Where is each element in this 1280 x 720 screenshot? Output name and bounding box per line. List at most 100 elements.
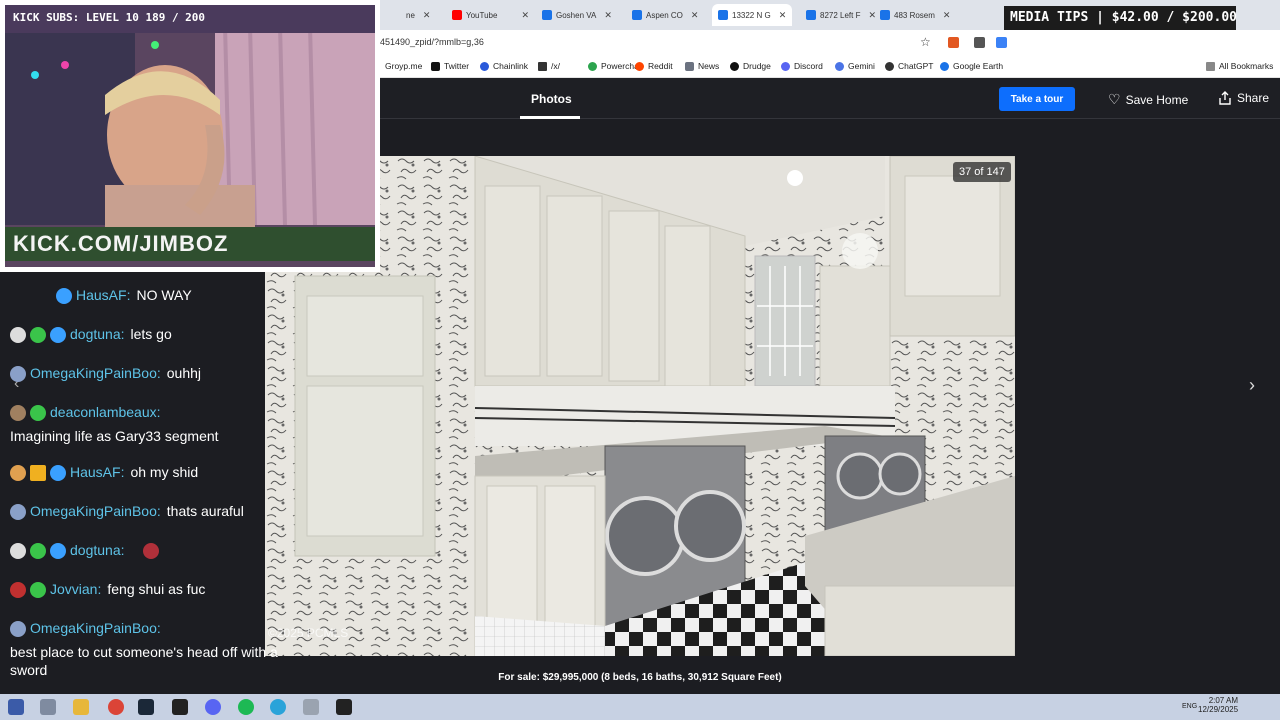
obs-icon[interactable] — [336, 699, 352, 715]
star-icon[interactable]: ☆ — [920, 35, 931, 49]
emote-icon — [142, 543, 159, 560]
bookmark-item[interactable]: /x/ — [538, 61, 560, 71]
tab-label: 483 Rosem — [894, 10, 935, 20]
telegram-icon[interactable] — [270, 699, 286, 715]
chat-username[interactable]: dogtuna: — [70, 326, 125, 342]
x-icon — [431, 61, 440, 71]
bookmark-item[interactable]: Twitter — [431, 61, 469, 71]
chat-username[interactable]: OmegaKingPainBoo: — [30, 620, 161, 636]
clock[interactable]: 2:07 AM 12/29/2025 — [1198, 696, 1238, 714]
close-icon[interactable]: ✕ — [779, 10, 787, 21]
tab-active[interactable]: 13322 N G ✕ — [712, 4, 793, 26]
tab-aspen[interactable]: Aspen CO ✕ — [632, 4, 698, 26]
bookmark-item[interactable]: Drudge — [730, 61, 771, 71]
webcam-overlay: KICK SUBS: LEVEL 10 189 / 200 KICK.COM/J… — [0, 0, 380, 272]
spotify-icon[interactable] — [238, 699, 254, 715]
save-home-button[interactable]: ♡ Save Home — [1108, 91, 1188, 108]
chat-text: feng shui as fuc — [107, 581, 206, 597]
tab-youtube[interactable]: YouTube ✕ — [452, 4, 529, 26]
avatar-badge-icon — [10, 465, 26, 482]
next-photo-icon[interactable]: › — [1249, 375, 1255, 396]
tab-label: ne — [406, 10, 415, 20]
steam-icon[interactable] — [138, 699, 154, 715]
bookmark-item[interactable]: Powerchat — [588, 61, 641, 71]
chat-text: NO WAY — [136, 287, 192, 303]
chat-text: oh my shid — [130, 464, 199, 480]
chat-text: best place to cut someone's head off wit… — [10, 644, 278, 678]
chat-username[interactable]: HausAF: — [76, 287, 130, 303]
verified-badge-icon — [50, 543, 66, 560]
extension-icon[interactable] — [948, 37, 959, 48]
bookmark-item[interactable]: Groyp.me — [385, 61, 422, 71]
media-tips-banner: MEDIA TIPS | $42.00 / $200.00 — [1004, 6, 1237, 30]
terminal-icon[interactable] — [172, 699, 188, 715]
close-icon[interactable]: ✕ — [943, 10, 951, 21]
chat-text: lets go — [130, 326, 172, 342]
app-icon[interactable] — [303, 699, 319, 715]
take-a-tour-button[interactable]: Take a tour — [999, 87, 1075, 111]
chat-username[interactable]: OmegaKingPainBoo: — [30, 503, 161, 519]
discord-icon[interactable] — [205, 699, 221, 715]
bookmark-label: Chainlink — [493, 61, 528, 71]
grid-icon — [538, 61, 547, 71]
avatar-badge-icon — [10, 582, 26, 599]
avatar-badge-icon — [10, 366, 26, 383]
bookmark-label: Discord — [794, 61, 823, 71]
chat-username[interactable]: OmegaKingPainBoo: — [30, 365, 161, 381]
chat-username[interactable]: HausAF: — [70, 464, 124, 480]
tab-goshen[interactable]: Goshen VA ✕ — [542, 4, 612, 26]
sub-badge-icon — [30, 582, 46, 599]
screen: ne ✕ YouTube ✕ Goshen VA ✕ Aspen CO ✕ 13322 … — [0, 0, 1280, 720]
bookmark-item[interactable]: ChatGPT — [885, 61, 933, 71]
clock-time: 2:07 AM — [1208, 696, 1239, 705]
chat-username[interactable]: Jovvian: — [50, 581, 101, 597]
bookmark-item[interactable]: Reddit — [635, 61, 673, 71]
powerchat-icon — [588, 61, 597, 71]
chat-message: dogtuna: lets go — [10, 325, 172, 344]
extension-icon[interactable] — [996, 37, 1007, 48]
close-icon[interactable]: ✕ — [868, 10, 876, 21]
windows-start-icon[interactable] — [8, 699, 24, 715]
soccer-ball-icon — [10, 327, 26, 344]
zillow-icon — [806, 10, 816, 20]
chat-message: OmegaKingPainBoo: thats auraful — [10, 502, 244, 521]
close-icon[interactable]: ✕ — [604, 10, 612, 21]
close-icon[interactable]: ✕ — [521, 10, 529, 21]
share-label: Share — [1237, 91, 1270, 105]
language-indicator[interactable]: ENG — [1182, 703, 1197, 710]
chat-message: OmegaKingPainBoo: — [10, 619, 161, 638]
chat-message: deaconlambeaux: — [10, 403, 161, 422]
bookmark-item[interactable]: Google Earth — [940, 61, 1003, 71]
share-button[interactable]: Share — [1218, 91, 1269, 105]
url-text[interactable]: 451490_zpid/?mmlb=g,36 — [380, 37, 484, 47]
tab-underline — [520, 116, 580, 119]
bookmark-label: Drudge — [743, 61, 771, 71]
bookmark-item[interactable]: Chainlink — [480, 61, 528, 71]
zillow-icon — [542, 10, 552, 20]
chat-message: OmegaKingPainBoo: ouhhj — [10, 364, 202, 383]
file-explorer-icon[interactable] — [73, 699, 89, 715]
chrome-icon[interactable] — [108, 699, 124, 715]
kick-subs-banner: KICK SUBS: LEVEL 10 189 / 200 — [5, 5, 375, 33]
chat-text: ouhhj — [166, 365, 202, 381]
close-icon[interactable]: ✕ — [691, 10, 699, 21]
chat-text: Imagining life as Gary33 segment — [10, 428, 219, 444]
bookmark-item[interactable]: All Bookmarks — [1206, 61, 1273, 71]
bookmark-item[interactable]: News — [685, 61, 719, 71]
chat-username[interactable]: deaconlambeaux: — [50, 404, 161, 420]
bookmark-item[interactable]: Discord — [781, 61, 823, 71]
tab-rosem[interactable]: 483 Rosem ✕ — [880, 4, 950, 26]
task-view-icon[interactable] — [40, 699, 56, 715]
close-icon[interactable]: ✕ — [423, 10, 431, 21]
crown-icon — [30, 465, 46, 482]
discord-icon — [781, 61, 790, 71]
drudge-icon — [730, 61, 739, 71]
chat-username[interactable]: dogtuna: — [70, 542, 125, 558]
bookmark-item[interactable]: Gemini — [835, 61, 875, 71]
tab-left[interactable]: 8272 Left F ✕ — [806, 4, 876, 26]
tab-photos[interactable]: Photos — [531, 92, 572, 106]
extension-icon[interactable] — [974, 37, 985, 48]
site-header: Photos Take a tour ♡ Save Home Share — [380, 78, 1280, 119]
tab-0[interactable]: ne ✕ — [406, 4, 430, 26]
chat-message: HausAF: NO WAY — [56, 286, 192, 305]
